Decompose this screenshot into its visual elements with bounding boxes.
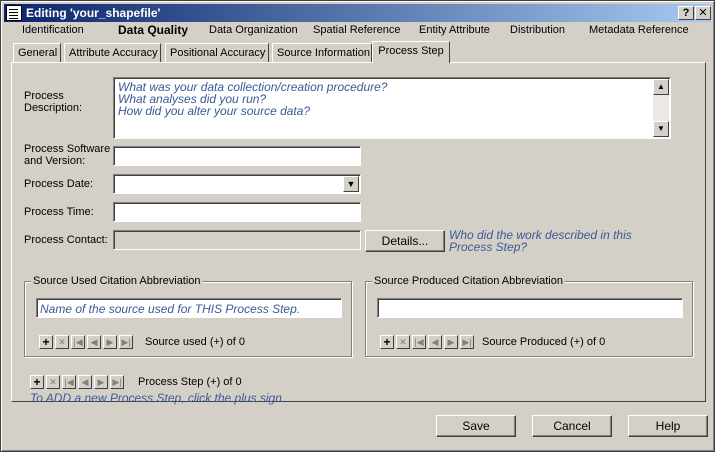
previous-record-icon[interactable]: ◀ [87,335,101,349]
process-step-panel: Process Description: What was your data … [11,62,706,405]
title-bar[interactable]: Editing 'your_shapefile' ? ✕ [4,4,711,22]
source-used-group: Source Used Citation Abbreviation Name o… [24,275,352,357]
next-record-icon[interactable]: ▶ [444,335,458,349]
cancel-button[interactable]: Cancel [532,415,612,437]
tab-data-organization[interactable]: Data Organization [209,24,298,36]
delete-icon[interactable]: ✕ [55,335,69,349]
software-input[interactable] [113,146,361,166]
first-record-icon[interactable]: |◀ [62,375,76,389]
details-button[interactable]: Details... [365,230,445,252]
source-produced-input[interactable] [377,298,683,318]
last-record-icon[interactable]: ▶| [460,335,474,349]
help-button[interactable]: Help [628,415,708,437]
last-record-icon[interactable]: ▶| [119,335,133,349]
subtab-general[interactable]: General [13,43,61,62]
add-icon[interactable]: + [39,335,53,349]
delete-icon[interactable]: ✕ [46,375,60,389]
tab-spatial-reference[interactable]: Spatial Reference [313,24,400,36]
source-used-navigator: + ✕ |◀ ◀ ▶ ▶| Source used (+) of 0 [39,335,339,349]
subtab-process-step[interactable]: Process Step [372,41,450,63]
subtab-positional-accuracy[interactable]: Positional Accuracy [165,43,269,62]
contact-hint: Who did the work described in this Proce… [449,228,632,254]
source-produced-title: Source Produced Citation Abbreviation [372,275,565,287]
metadata-editor-window: Editing 'your_shapefile' ? ✕ Identificat… [0,0,715,452]
process-step-navigator: + ✕ |◀ ◀ ▶ ▶| Process Step (+) of 0 [30,375,330,389]
add-icon[interactable]: + [380,335,394,349]
tab-distribution[interactable]: Distribution [510,24,565,36]
time-label: Process Time: [24,206,94,218]
process-step-hint: To ADD a new Process Step, click the plu… [30,391,286,405]
source-produced-group: Source Produced Citation Abbreviation + … [365,275,693,357]
window-title: Editing 'your_shapefile' [26,6,161,20]
chevron-down-icon[interactable]: ▼ [343,176,359,192]
time-input[interactable] [113,202,361,222]
contact-field [113,230,361,250]
previous-record-icon[interactable]: ◀ [428,335,442,349]
first-record-icon[interactable]: |◀ [412,335,426,349]
source-used-placeholder: Name of the source used for THIS Process… [40,302,301,316]
source-used-title: Source Used Citation Abbreviation [31,275,203,287]
first-record-icon[interactable]: |◀ [71,335,85,349]
subtab-source-information[interactable]: Source Information [272,43,372,62]
close-icon[interactable]: ✕ [695,6,711,20]
date-label: Process Date: [24,178,94,190]
source-used-count: Source used (+) of 0 [145,336,245,348]
process-description-label: Process Description: [24,90,83,114]
help-icon[interactable]: ? [678,6,694,20]
process-description-placeholder: What was your data collection/creation p… [118,81,387,117]
tab-entity-attribute[interactable]: Entity Attribute [419,24,490,36]
process-step-count: Process Step (+) of 0 [138,376,242,388]
tab-data-quality[interactable]: Data Quality [118,23,188,37]
contact-label: Process Contact: [24,234,108,246]
scroll-down-icon[interactable]: ▼ [653,121,669,137]
tab-identification[interactable]: Identification [22,24,84,36]
source-used-input[interactable]: Name of the source used for THIS Process… [36,298,342,318]
placeholder-line-3: How did you alter your source data? [118,104,311,118]
last-record-icon[interactable]: ▶| [110,375,124,389]
main-tab-row: Identification Data Quality Data Organiz… [1,22,715,40]
scroll-up-icon[interactable]: ▲ [653,79,669,95]
save-button[interactable]: Save [436,415,516,437]
source-produced-count: Source Produced (+) of 0 [482,336,606,348]
delete-icon[interactable]: ✕ [396,335,410,349]
source-produced-navigator: + ✕ |◀ ◀ ▶ ▶| Source Produced (+) of 0 [380,335,680,349]
previous-record-icon[interactable]: ◀ [78,375,92,389]
software-label: Process Software and Version: [24,143,111,167]
next-record-icon[interactable]: ▶ [94,375,108,389]
description-scrollbar[interactable]: ▲ ▼ [653,79,669,137]
process-description-textarea[interactable]: What was your data collection/creation p… [113,77,671,139]
document-icon [6,5,22,21]
tab-metadata-reference[interactable]: Metadata Reference [589,24,689,36]
subtab-attribute-accuracy[interactable]: Attribute Accuracy [64,43,161,62]
date-dropdown[interactable]: ▼ [113,174,361,194]
add-icon[interactable]: + [30,375,44,389]
next-record-icon[interactable]: ▶ [103,335,117,349]
